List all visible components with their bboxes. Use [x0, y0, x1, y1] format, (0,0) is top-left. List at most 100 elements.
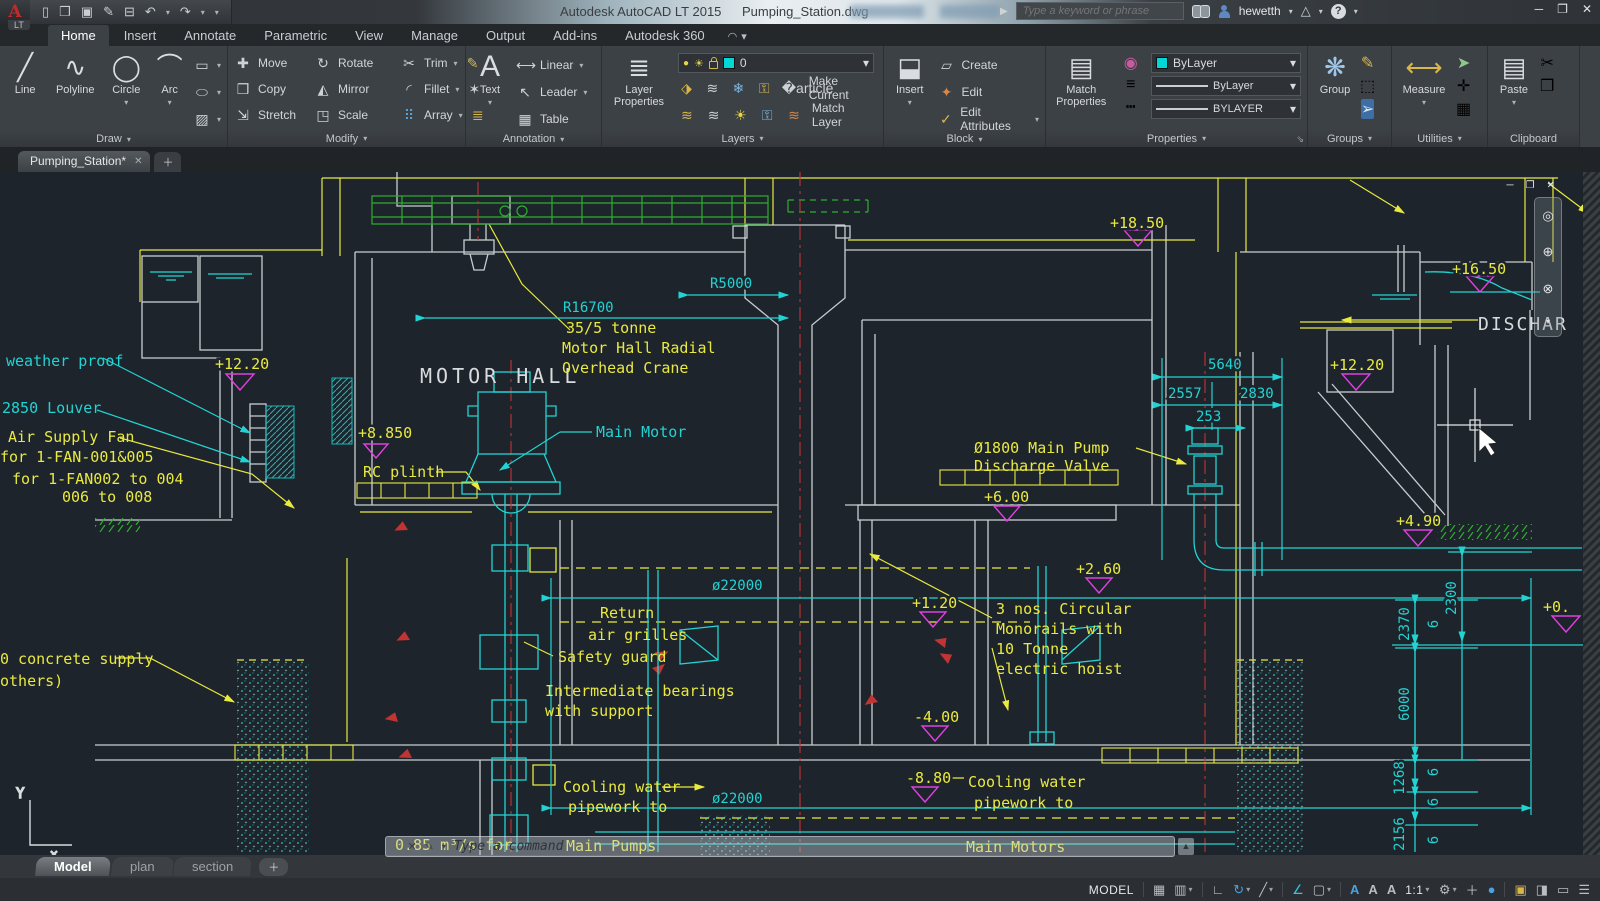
layer-properties-button[interactable]: ≣ Layer Properties	[608, 50, 670, 108]
new-layout-button[interactable]: ＋	[259, 858, 288, 876]
file-tab-pumping-station[interactable]: Pumping_Station* ✕	[18, 151, 150, 172]
tab-view[interactable]: View	[342, 25, 396, 46]
window-restore-button[interactable]: ❐	[1557, 2, 1568, 16]
quick-calculator-icon[interactable]: ▦	[1456, 99, 1471, 119]
linetype-icon[interactable]: ┅	[1126, 97, 1136, 117]
object-color-select[interactable]: ByLayer ▾	[1151, 53, 1301, 73]
annotation-scale-value[interactable]: 1:1 ▾	[1405, 883, 1430, 897]
match-layer-icon[interactable]: ≋	[785, 107, 803, 124]
text-button[interactable]: A Text ▾	[472, 50, 508, 107]
rotate-button[interactable]: ↻Rotate	[314, 51, 386, 75]
snap-angle-icon[interactable]: ∠	[1292, 882, 1304, 898]
grid-display-icon[interactable]: ▦	[1153, 882, 1165, 898]
a360-caret-icon[interactable]: ▾	[1319, 7, 1323, 16]
layer-select[interactable]: ● ☀ 0 ▾	[678, 53, 874, 73]
isometric-drafting-icon[interactable]: ╱ ▾	[1259, 882, 1273, 898]
file-tab-close-icon[interactable]: ✕	[134, 156, 142, 167]
ortho-mode-icon[interactable]: ∟	[1212, 882, 1225, 897]
leader-button[interactable]: ↖ Leader▾	[516, 80, 587, 104]
make-current-icon[interactable]: �article	[782, 80, 800, 97]
window-close-button[interactable]: ✕	[1582, 2, 1592, 16]
tab-autodesk360[interactable]: Autodesk 360	[612, 25, 718, 46]
tab-addins[interactable]: Add-ins	[540, 25, 610, 46]
panel-properties-footer[interactable]: Properties▾	[1046, 130, 1307, 147]
saveas-icon[interactable]: ✎	[103, 4, 114, 20]
layer-off-icon[interactable]: ⬗	[678, 80, 695, 97]
scale-button[interactable]: ◳Scale	[314, 103, 386, 127]
panel-groups-footer[interactable]: Groups▾	[1308, 130, 1391, 147]
command-grip-icon[interactable]: ∷	[394, 841, 399, 852]
layer-unlock-icon[interactable]: ⚿	[758, 107, 776, 124]
navbar-more-caret-icon[interactable]: ▾	[1546, 317, 1550, 326]
search-collapse-icon[interactable]: ▶	[1000, 6, 1008, 17]
qat-customize-caret-icon[interactable]: ▾	[215, 8, 219, 17]
search-binoculars-icon[interactable]	[1192, 5, 1210, 17]
hardware-acceleration-icon[interactable]: ●	[1488, 882, 1496, 897]
layer-thaw-all-icon[interactable]: ☀	[732, 107, 750, 124]
model-space-button[interactable]: MODEL	[1089, 883, 1134, 897]
layer-isolate-icon[interactable]: ≋	[704, 80, 721, 97]
create-block-button[interactable]: ▱ Create	[937, 53, 1039, 77]
match-layer-button[interactable]: Match Layer	[812, 101, 877, 129]
panel-modify-footer[interactable]: Modify▾	[228, 130, 465, 147]
layer-walk-icon[interactable]: ≋	[678, 107, 696, 124]
ribbon-minimize-caret-icon[interactable]: ▾	[741, 30, 747, 43]
hatch-icon[interactable]: ▨	[193, 111, 211, 128]
mirror-button[interactable]: ◭Mirror	[314, 77, 386, 101]
layout-tab-section[interactable]: section	[173, 857, 252, 876]
new-icon[interactable]: ▯	[42, 4, 49, 20]
move-button[interactable]: ✚Move	[234, 51, 300, 75]
layout-tab-plan[interactable]: plan	[111, 857, 174, 876]
canvas-edge-scrollbar[interactable]	[1583, 172, 1600, 855]
match-properties-button[interactable]: ▤ Match Properties	[1052, 50, 1110, 108]
window-minimize-button[interactable]: ─	[1535, 2, 1544, 16]
autodesk-360-icon[interactable]: △	[1301, 3, 1311, 19]
panel-clipboard-footer[interactable]: Clipboard	[1488, 130, 1579, 147]
edit-attributes-button[interactable]: ✓ Edit Attributes▾	[937, 107, 1039, 131]
tab-insert[interactable]: Insert	[111, 25, 170, 46]
polar-tracking-icon[interactable]: ↻ ▾	[1233, 882, 1250, 898]
circle-button[interactable]: ◯ Circle ▾	[106, 50, 146, 107]
lineweight-icon[interactable]: ≡	[1126, 76, 1135, 94]
command-close-icon[interactable]: ✕	[407, 840, 416, 853]
command-customize-icon[interactable]: ✎	[425, 840, 434, 853]
signed-in-user[interactable]: hewetth	[1239, 4, 1281, 18]
arc-caret-icon[interactable]: ▾	[168, 98, 172, 107]
ellipse-icon[interactable]: ⬭	[193, 84, 211, 101]
cut-icon[interactable]: ✂	[1540, 53, 1553, 73]
rectangle-caret-icon[interactable]: ▾	[217, 61, 221, 70]
color-wheel-icon[interactable]: ◉	[1124, 53, 1138, 73]
arc-button[interactable]: ⌒ Arc ▾	[154, 50, 185, 107]
make-current-button[interactable]: Make Current	[809, 74, 877, 102]
group-edit-icon[interactable]: ✎	[1361, 53, 1374, 73]
tray-icon[interactable]: ▣	[1514, 882, 1526, 898]
quick-select-icon[interactable]: ➤	[1457, 53, 1470, 73]
panel-layers-footer[interactable]: Layers▾	[602, 130, 883, 147]
plot-icon[interactable]: ⊟	[124, 4, 135, 20]
ribbon-minimize-icon[interactable]: ◠	[728, 30, 738, 43]
drawing-restore-button[interactable]: ❐	[1526, 180, 1535, 191]
group-button[interactable]: ❋ Group	[1314, 50, 1356, 96]
workspace-switch-icon[interactable]: ◨	[1536, 882, 1548, 898]
undo-caret-icon[interactable]: ▾	[166, 8, 170, 17]
linetype-select[interactable]: BYLAYER ▾	[1151, 99, 1301, 119]
copy-clip-icon[interactable]: ❒	[1540, 76, 1554, 96]
help-caret-icon[interactable]: ▾	[1354, 7, 1358, 16]
redo-caret-icon[interactable]: ▾	[201, 8, 205, 17]
ungroup-icon[interactable]: ⬚	[1360, 76, 1375, 96]
tab-output[interactable]: Output	[473, 25, 538, 46]
edit-block-button[interactable]: ✦ Edit	[937, 80, 1039, 104]
workspace-gear-icon[interactable]: ⚙ ▾	[1439, 882, 1457, 898]
layer-lock-tool-icon[interactable]: ⚿	[756, 80, 773, 97]
layer-on-icon[interactable]: ●	[683, 58, 689, 69]
redo-icon[interactable]: ↷	[180, 4, 191, 20]
zoom-icon[interactable]: ⊗	[1543, 281, 1554, 297]
command-recent-caret-icon[interactable]: ▾	[442, 842, 446, 851]
tab-annotate[interactable]: Annotate	[171, 25, 249, 46]
polyline-button[interactable]: ∿ Polyline	[52, 50, 98, 96]
hatch-caret-icon[interactable]: ▾	[217, 115, 221, 124]
drawing-minimize-button[interactable]: ─	[1507, 180, 1514, 191]
user-avatar-icon[interactable]	[1218, 5, 1231, 18]
snap-mode-icon[interactable]: ▥ ▾	[1174, 882, 1192, 898]
panel-utilities-footer[interactable]: Utilities▾	[1392, 130, 1487, 147]
